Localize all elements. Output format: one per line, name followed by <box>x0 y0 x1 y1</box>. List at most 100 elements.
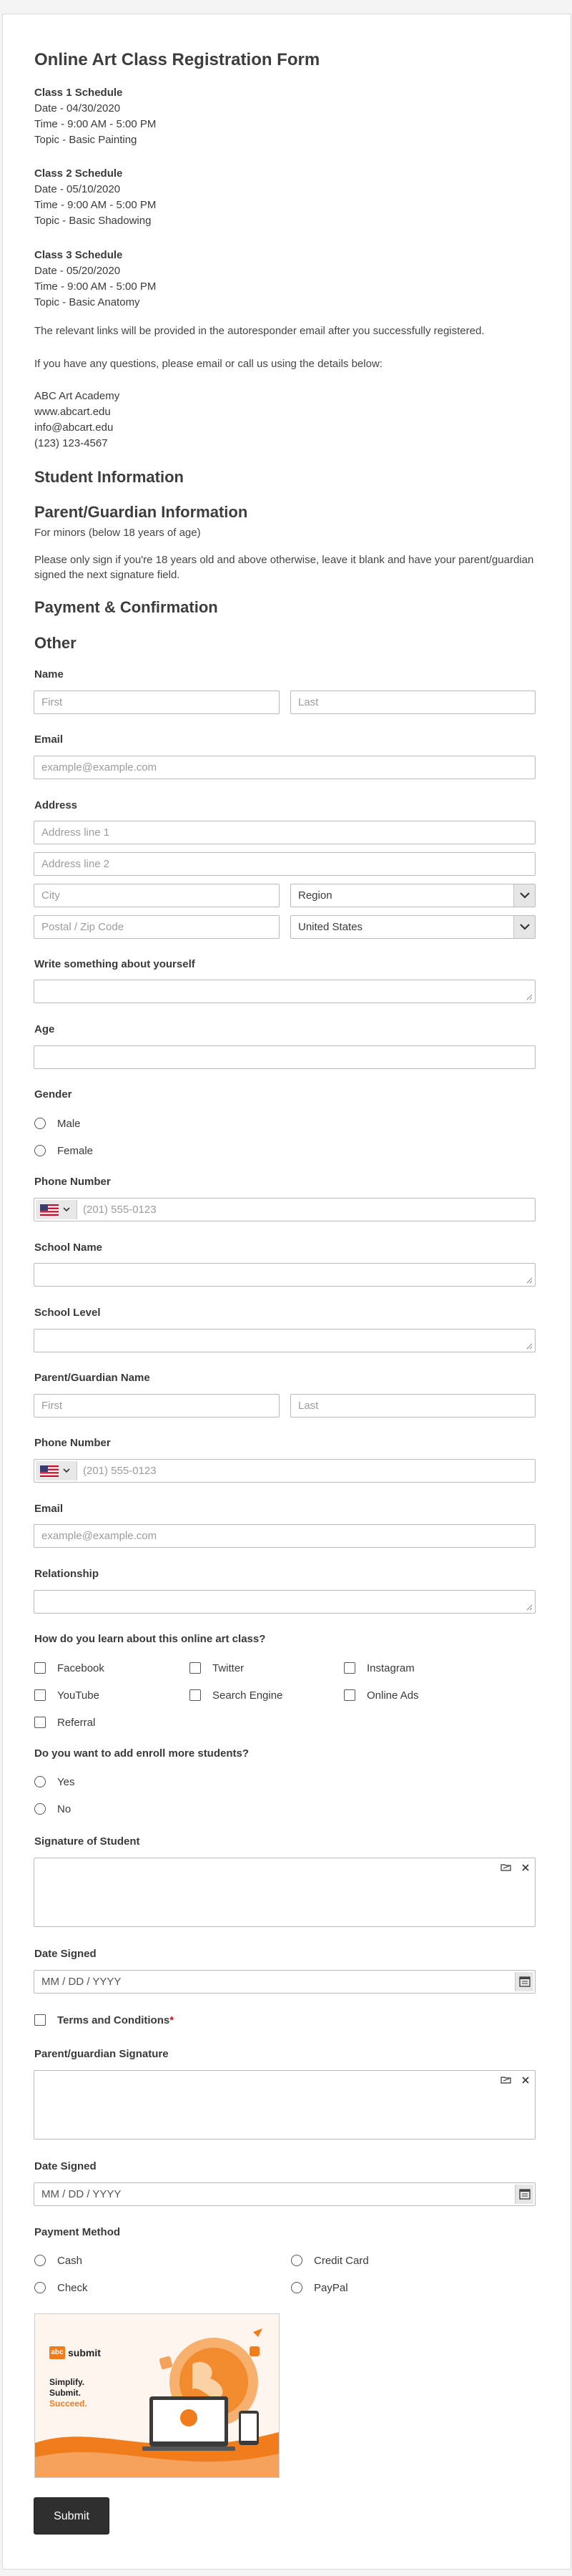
city-input[interactable]: City <box>34 884 280 907</box>
date-placeholder: MM / DD / YYYY <box>41 2188 122 2200</box>
date-signed-2-label: Date Signed <box>34 2160 97 2172</box>
schedule-time: Time - 9:00 AM - 5:00 PM <box>34 118 157 130</box>
checkbox[interactable] <box>189 1689 201 1701</box>
address-line1-input[interactable]: Address line 1 <box>34 821 536 844</box>
learn-option-youtube[interactable]: YouTube <box>34 1689 99 1702</box>
guardian-phone-label: Phone Number <box>34 1437 111 1449</box>
calendar-icon[interactable] <box>515 2185 533 2204</box>
student-signature-pad[interactable] <box>34 1858 536 1927</box>
terms-checkbox-option[interactable]: Terms and Conditions* <box>34 2014 174 2027</box>
guardian-name-label: Parent/Guardian Name <box>34 1372 150 1384</box>
about-textarea[interactable] <box>34 980 536 1003</box>
upload-icon[interactable] <box>500 1862 515 1873</box>
schedule-date: Date - 04/30/2020 <box>34 102 121 114</box>
enroll-label: Do you want to add enroll more students? <box>34 1747 250 1760</box>
radio-button[interactable] <box>34 2255 46 2266</box>
chevron-down-icon <box>513 916 535 938</box>
checkbox[interactable] <box>34 2014 46 2026</box>
enroll-option-yes[interactable]: Yes <box>34 1776 74 1789</box>
brand-name: submit <box>68 2347 101 2358</box>
first-name-input[interactable]: First <box>34 691 280 714</box>
upload-icon[interactable] <box>500 2074 515 2086</box>
submit-button[interactable]: Submit <box>34 2497 109 2534</box>
radio-button[interactable] <box>34 1776 46 1787</box>
region-select[interactable]: Region <box>290 884 536 907</box>
form-title: Online Art Class Registration Form <box>34 50 320 69</box>
contact-info: ABC Art Academy www.abcart.edu info@abca… <box>34 389 119 452</box>
schedule-date: Date - 05/20/2020 <box>34 265 121 277</box>
calendar-icon[interactable] <box>515 1972 533 1991</box>
last-name-input[interactable]: Last <box>290 691 536 714</box>
parent-note: Please only sign if you're 18 years old … <box>34 554 534 581</box>
gender-label: Gender <box>34 1088 72 1101</box>
relationship-label: Relationship <box>34 1568 99 1580</box>
radio-button[interactable] <box>34 1803 46 1815</box>
enroll-option-no[interactable]: No <box>34 1803 71 1816</box>
payment-option-paypal[interactable]: PayPal <box>291 2282 348 2295</box>
date-signed-label: Date Signed <box>34 1948 97 1960</box>
class-1-schedule: Class 1 Schedule Date - 04/30/2020 Time … <box>34 85 156 148</box>
date-signed-2-input[interactable]: MM / DD / YYYY <box>34 2182 536 2206</box>
links-note: The relevant links will be provided in t… <box>34 325 485 337</box>
resize-grip-icon <box>526 1604 533 1611</box>
phone-label: Phone Number <box>34 1176 111 1188</box>
radio-button[interactable] <box>34 1118 46 1129</box>
checkbox[interactable] <box>344 1662 355 1674</box>
questions-note: If you have any questions, please email … <box>34 358 383 370</box>
payment-option-cash[interactable]: Cash <box>34 2255 82 2268</box>
country-code-dropdown[interactable] <box>36 1461 77 1480</box>
student-signature-label: Signature of Student <box>34 1835 140 1848</box>
clear-icon[interactable] <box>522 1862 529 1873</box>
name-label: Name <box>34 668 64 680</box>
guardian-signature-pad[interactable] <box>34 2070 536 2140</box>
learn-option-online-ads[interactable]: Online Ads <box>344 1689 419 1702</box>
clear-icon[interactable] <box>522 2074 529 2086</box>
learn-option-referral[interactable]: Referral <box>34 1717 95 1729</box>
email-input[interactable]: example@example.com <box>34 756 536 779</box>
address-line2-input[interactable]: Address line 2 <box>34 852 536 876</box>
school-level-label: School Level <box>34 1307 101 1319</box>
email-label: Email <box>34 733 64 746</box>
school-name-textarea[interactable] <box>34 1263 536 1287</box>
learn-option-twitter[interactable]: Twitter <box>189 1662 244 1675</box>
guardian-first-name-input[interactable]: First <box>34 1394 280 1418</box>
phone-placeholder: (201) 555-0123 <box>83 1204 157 1216</box>
learn-option-instagram[interactable]: Instagram <box>344 1662 415 1675</box>
radio-button[interactable] <box>291 2255 302 2266</box>
gender-option-male[interactable]: Male <box>34 1118 81 1131</box>
guardian-last-name-input[interactable]: Last <box>290 1394 536 1418</box>
radio-button[interactable] <box>291 2282 302 2293</box>
payment-option-credit-card[interactable]: Credit Card <box>291 2255 369 2268</box>
guardian-email-input[interactable]: example@example.com <box>34 1524 536 1548</box>
payment-option-check[interactable]: Check <box>34 2282 88 2295</box>
checkbox[interactable] <box>34 1689 46 1701</box>
relationship-textarea[interactable] <box>34 1590 536 1614</box>
checkbox[interactable] <box>34 1662 46 1674</box>
brand-badge: abc <box>49 2346 65 2359</box>
contact-website: www.abcart.edu <box>34 406 111 418</box>
date-signed-input[interactable]: MM / DD / YYYY <box>34 1970 536 1994</box>
phone-placeholder: (201) 555-0123 <box>83 1465 157 1477</box>
radio-button[interactable] <box>34 1145 46 1156</box>
guardian-phone-input[interactable]: (201) 555-0123 <box>34 1459 536 1483</box>
learn-option-search-engine[interactable]: Search Engine <box>189 1689 282 1702</box>
radio-button[interactable] <box>34 2282 46 2293</box>
phone-input[interactable]: (201) 555-0123 <box>34 1198 536 1221</box>
postal-code-input[interactable]: Postal / Zip Code <box>34 915 280 939</box>
checkbox[interactable] <box>344 1689 355 1701</box>
gender-option-female[interactable]: Female <box>34 1145 93 1158</box>
region-value: Region <box>298 889 332 902</box>
checkbox[interactable] <box>189 1662 201 1674</box>
country-code-dropdown[interactable] <box>36 1200 77 1219</box>
contact-phone: (123) 123-4567 <box>34 437 108 449</box>
schedule-time: Time - 9:00 AM - 5:00 PM <box>34 280 157 293</box>
resize-grip-icon <box>526 994 533 1000</box>
school-level-textarea[interactable] <box>34 1329 536 1352</box>
schedule-topic: Topic - Basic Painting <box>34 134 137 146</box>
checkbox[interactable] <box>34 1717 46 1728</box>
country-select[interactable]: United States <box>290 915 536 939</box>
date-placeholder: MM / DD / YYYY <box>41 1976 122 1988</box>
learn-option-facebook[interactable]: Facebook <box>34 1662 104 1675</box>
parent-subtitle: For minors (below 18 years of age) <box>34 527 201 539</box>
age-input[interactable] <box>34 1045 536 1069</box>
